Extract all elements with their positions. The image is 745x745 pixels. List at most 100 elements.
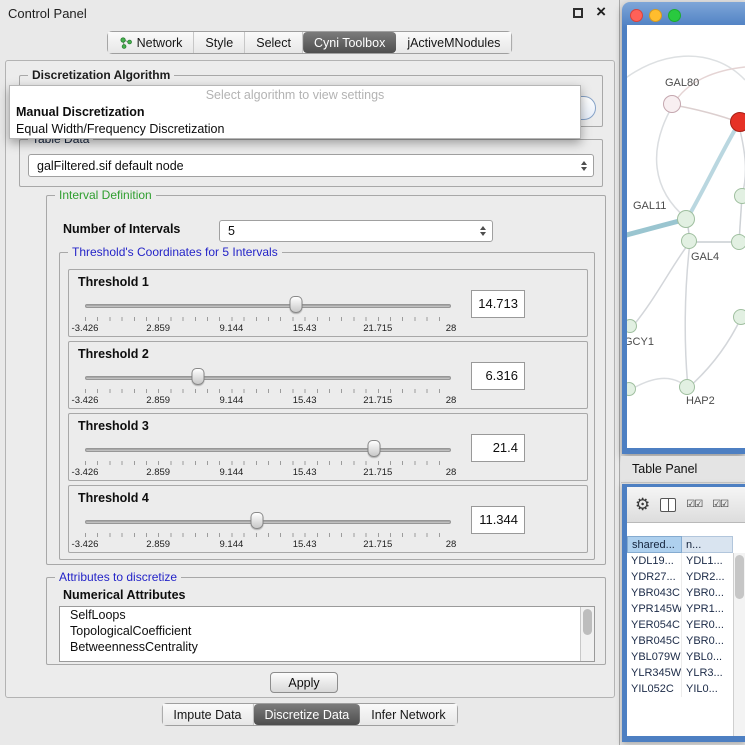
control-panel-body: Discretization Algorithm Select algorith… [5,60,615,698]
threshold-2-slider[interactable]: -3.426 2.859 9.144 15.43 21.715 28 [85,366,451,408]
table-toolbar: ⚙ ☑☑ ☑☑ [627,487,745,523]
float-window-icon[interactable] [573,8,583,18]
number-of-intervals-combobox[interactable]: 5 [219,220,493,242]
gear-icon[interactable]: ⚙ [635,495,650,515]
threshold-3-box: Threshold 3 -3.426 2.859 9.144 15.43 21.… [68,413,588,481]
network-node[interactable] [677,210,695,228]
network-canvas[interactable]: GAL80 GAL11 GAL4 GCY1 HAP2 [627,25,745,448]
control-panel-titlebar: Control Panel × [0,0,619,26]
tab-discretize-data[interactable]: Discretize Data [254,704,361,725]
tab-label: Discretize Data [265,708,350,722]
table-row[interactable]: YPR145W YPR1... [627,601,745,617]
threshold-3-label: Threshold 3 [78,419,149,433]
column-header-name[interactable]: n... [682,536,733,553]
threshold-1-slider[interactable]: -3.426 2.859 9.144 15.43 21.715 28 [85,294,451,336]
threshold-2-label: Threshold 2 [78,347,149,361]
select-rows-icon[interactable]: ☑☑ [712,499,728,510]
bottom-tab-strip: Impute Data Discretize Data Infer Networ… [161,703,457,726]
node-label: GCY1 [627,336,654,348]
group-title: Discretization Algorithm [28,68,174,82]
node-label: HAP2 [686,395,715,407]
threshold-2-value-field[interactable]: 6.316 [471,362,525,390]
list-item[interactable]: BetweennessCentrality [60,639,594,655]
select-columns-icon[interactable]: ☑☑ [686,499,702,510]
dropdown-option-manual-discretization[interactable]: Manual Discretization [10,104,580,121]
slider-ticks [85,317,451,321]
table-panel-title: Table Panel [632,462,697,476]
network-node[interactable] [734,188,745,204]
threshold-1-box: Threshold 1 -3.426 2.859 9.144 15.43 21.… [68,269,588,337]
table-data-combobox[interactable]: galFiltered.sif default node [28,154,594,177]
threshold-2-box: Threshold 2 -3.426 2.859 9.144 15.43 21.… [68,341,588,409]
list-item[interactable]: TopologicalCoefficient [60,623,594,639]
close-traffic-light-icon[interactable] [630,9,643,22]
threshold-1-label: Threshold 1 [78,275,149,289]
slider-track[interactable] [85,376,451,380]
slider-handle[interactable] [192,368,205,385]
screen: Control Panel × Network Style Select [0,0,745,745]
slider-track[interactable] [85,520,451,524]
slider-ticks [85,461,451,465]
table-row[interactable]: YDR27... YDR2... [627,569,745,585]
scrollbar-thumb[interactable] [735,555,744,599]
zoom-traffic-light-icon[interactable] [668,9,681,22]
threshold-4-slider[interactable]: -3.426 2.859 9.144 15.43 21.715 28 [85,510,451,552]
table-row[interactable]: YLR345W YLR3... [627,665,745,681]
table-row[interactable]: YBL079W YBL0... [627,649,745,665]
threshold-3-slider[interactable]: -3.426 2.859 9.144 15.43 21.715 28 [85,438,451,480]
network-view-window: GAL80 GAL11 GAL4 GCY1 HAP2 [622,2,745,454]
table-row[interactable]: YBR043C YBR0... [627,585,745,601]
columns-icon[interactable] [660,498,676,512]
tab-jactivemnodules[interactable]: jActiveMNodules [396,32,511,53]
table-row[interactable]: YIL052C YIL0... [627,681,745,697]
network-node[interactable] [733,309,745,325]
node-label: GAL80 [665,77,699,89]
table-panel-window: ⚙ ☑☑ ☑☑ shared... n... YDL19... YDL1... … [622,484,745,742]
dropdown-option-equal-width-frequency[interactable]: Equal Width/Frequency Discretization [10,121,580,138]
table-scrollbar[interactable] [733,553,745,736]
table-row[interactable]: YBR045C YBR0... [627,633,745,649]
slider-ticks [85,533,451,537]
control-panel-title: Control Panel [8,6,87,21]
tab-cyni-toolbox[interactable]: Cyni Toolbox [303,32,396,53]
interval-definition-group: Interval Definition Number of Intervals … [46,195,606,565]
combobox-arrows-icon [575,161,593,171]
number-of-intervals-label: Number of Intervals [63,222,180,236]
slider-track[interactable] [85,448,451,452]
tab-label: Cyni Toolbox [314,36,385,50]
threshold-1-value-field[interactable]: 14.713 [471,290,525,318]
table-row[interactable]: YDL19... YDL1... [627,553,745,569]
slider-handle[interactable] [290,296,303,313]
slider-handle[interactable] [368,440,381,457]
close-window-icon[interactable]: × [596,3,606,21]
table-row[interactable]: YER054C YER0... [627,617,745,633]
network-node[interactable] [663,95,681,113]
tab-network[interactable]: Network [108,32,195,53]
column-header-shared-name[interactable]: shared... [627,536,682,553]
scrollbar-thumb[interactable] [583,609,592,635]
list-scrollbar[interactable] [580,607,594,661]
network-node-selected[interactable] [730,112,745,132]
tab-label: Impute Data [173,708,241,722]
threshold-4-value-field[interactable]: 11.344 [471,506,525,534]
combobox-value: 5 [220,224,474,238]
list-item[interactable]: SelfLoops [60,607,594,623]
threshold-3-value-field[interactable]: 21.4 [471,434,525,462]
tab-select[interactable]: Select [245,32,303,53]
tab-style[interactable]: Style [194,32,245,53]
numerical-attributes-list[interactable]: SelfLoops TopologicalCoefficient Between… [59,606,595,662]
slider-track[interactable] [85,304,451,308]
network-node[interactable] [679,379,695,395]
apply-button[interactable]: Apply [270,672,338,693]
combobox-arrows-icon [474,226,492,236]
tab-label: Network [137,36,183,50]
tab-label: Infer Network [371,708,445,722]
network-node[interactable] [681,233,697,249]
slider-tick-labels: -3.426 2.859 9.144 15.43 21.715 28 [85,395,451,407]
tab-infer-network[interactable]: Infer Network [360,704,456,725]
network-node[interactable] [731,234,745,250]
slider-handle[interactable] [251,512,264,529]
numerical-attributes-label: Numerical Attributes [63,588,185,602]
tab-impute-data[interactable]: Impute Data [162,704,253,725]
minimize-traffic-light-icon[interactable] [649,9,662,22]
